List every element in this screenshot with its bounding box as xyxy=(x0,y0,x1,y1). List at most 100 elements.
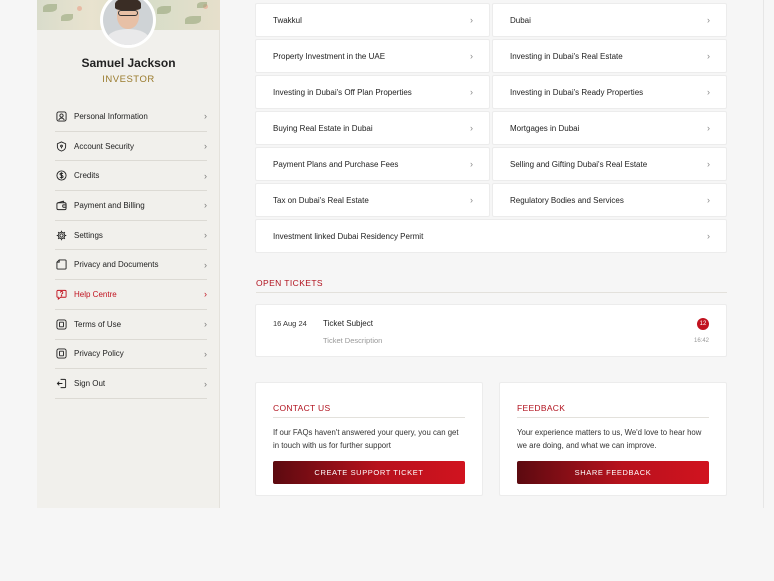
create-support-ticket-button[interactable]: CREATE SUPPORT TICKET xyxy=(273,461,465,484)
chevron-right-icon: › xyxy=(470,159,473,169)
faq-item[interactable]: Investing in Dubai's Off Plan Properties… xyxy=(255,75,490,109)
faq-item[interactable]: Tax on Dubai's Real Estate › xyxy=(255,183,490,217)
faq-label: Tax on Dubai's Real Estate xyxy=(273,195,369,205)
chevron-right-icon: › xyxy=(707,159,710,169)
menu-item-privacy-and-documents[interactable]: Privacy and Documents › xyxy=(55,250,207,281)
chevron-right-icon: › xyxy=(204,319,207,330)
avatar xyxy=(100,0,156,48)
help-icon xyxy=(55,288,67,300)
profile-sidebar: Samuel Jackson INVESTOR Personal Informa… xyxy=(37,0,220,508)
menu-item-label: Credits xyxy=(74,171,100,181)
chevron-right-icon: › xyxy=(707,87,710,97)
faq-label: Payment Plans and Purchase Fees xyxy=(273,159,399,169)
menu-item-sign-out[interactable]: Sign Out › xyxy=(55,369,207,399)
ticket-subject: Ticket Subject xyxy=(323,319,373,328)
menu-item-terms-of-use[interactable]: Terms of Use › xyxy=(55,310,207,340)
ticket-description: Ticket Description xyxy=(323,336,383,345)
menu-item-label: Privacy Policy xyxy=(74,349,124,359)
menu-item-account-security[interactable]: Account Security › xyxy=(55,132,207,162)
faq-label: Dubai xyxy=(510,15,531,25)
chevron-right-icon: › xyxy=(470,15,473,25)
chevron-right-icon: › xyxy=(707,123,710,133)
policy-icon xyxy=(55,348,67,360)
feedback-title: FEEDBACK xyxy=(517,403,566,413)
faq-label: Investing in Dubai's Ready Properties xyxy=(510,87,644,97)
faq-item[interactable]: Buying Real Estate in Dubai › xyxy=(255,111,490,145)
faq-label: Property Investment in the UAE xyxy=(273,51,386,61)
faq-item[interactable]: Selling and Gifting Dubai's Real Estate … xyxy=(492,147,727,181)
menu-item-personal-information[interactable]: Personal Information › xyxy=(55,102,207,132)
menu-item-privacy-policy[interactable]: Privacy Policy › xyxy=(55,340,207,370)
dollar-icon xyxy=(55,170,67,182)
chevron-right-icon: › xyxy=(707,231,710,241)
menu-item-label: Settings xyxy=(74,230,103,240)
shield-icon xyxy=(55,140,67,152)
faq-item[interactable]: Twakkul › xyxy=(255,3,490,37)
faq-label: Mortgages in Dubai xyxy=(510,123,580,133)
ticket-date: 16 Aug 24 xyxy=(273,319,307,328)
feedback-text: Your experience matters to us, We'd love… xyxy=(517,428,702,450)
menu-item-credits[interactable]: Credits › xyxy=(55,161,207,192)
faq-label: Regulatory Bodies and Services xyxy=(510,195,624,205)
faq-label: Investment linked Dubai Residency Permit xyxy=(273,231,424,241)
ticket-item[interactable]: 16 Aug 24 Ticket Subject Ticket Descript… xyxy=(255,304,727,357)
wallet-icon xyxy=(55,199,67,211)
menu-item-label: Payment and Billing xyxy=(74,200,145,210)
page-edge-divider xyxy=(763,0,764,508)
faq-item[interactable]: Payment Plans and Purchase Fees › xyxy=(255,147,490,181)
user-role: INVESTOR xyxy=(102,74,155,85)
faq-label: Investing in Dubai's Off Plan Properties xyxy=(273,87,412,97)
section-divider xyxy=(517,417,709,418)
profile-menu: Personal Information › Account Security … xyxy=(55,102,207,399)
share-feedback-button[interactable]: SHARE FEEDBACK xyxy=(517,461,709,484)
menu-item-label: Help Centre xyxy=(74,289,117,299)
ticket-time: 16:42 xyxy=(693,338,709,344)
section-divider xyxy=(256,292,727,293)
contact-us-text: If our FAQs haven't answered your query,… xyxy=(273,428,459,450)
open-tickets-title: OPEN TICKETS xyxy=(256,278,323,288)
sign-out-icon xyxy=(55,378,67,390)
chevron-right-icon: › xyxy=(204,170,207,181)
faq-item[interactable]: Regulatory Bodies and Services › xyxy=(492,183,727,217)
chevron-right-icon: › xyxy=(204,259,207,270)
menu-item-label: Privacy and Documents xyxy=(74,260,159,270)
faq-label: Twakkul xyxy=(273,15,302,25)
menu-item-label: Terms of Use xyxy=(74,319,122,329)
chevron-right-icon: › xyxy=(707,195,710,205)
feedback-card: FEEDBACK Your experience matters to us, … xyxy=(499,382,727,496)
chevron-right-icon: › xyxy=(204,378,207,389)
faq-item[interactable]: Investing in Dubai's Real Estate › xyxy=(492,39,727,73)
user-name: Samuel Jackson xyxy=(81,56,176,70)
faq-item[interactable]: Property Investment in the UAE › xyxy=(255,39,490,73)
faq-item[interactable]: Dubai › xyxy=(492,3,727,37)
faq-item[interactable]: Mortgages in Dubai › xyxy=(492,111,727,145)
menu-item-payment-and-billing[interactable]: Payment and Billing › xyxy=(55,191,207,221)
menu-item-label: Personal Information xyxy=(74,111,148,121)
document-icon xyxy=(55,259,67,271)
terms-icon xyxy=(55,318,67,330)
chevron-right-icon: › xyxy=(470,123,473,133)
menu-item-label: Sign Out xyxy=(74,379,106,389)
chevron-right-icon: › xyxy=(470,51,473,61)
chevron-right-icon: › xyxy=(204,141,207,152)
faq-item[interactable]: Investing in Dubai's Ready Properties › xyxy=(492,75,727,109)
chevron-right-icon: › xyxy=(470,87,473,97)
chevron-right-icon: › xyxy=(470,195,473,205)
menu-item-settings[interactable]: Settings › xyxy=(55,221,207,251)
unread-count-badge: 12 xyxy=(697,318,709,330)
chevron-right-icon: › xyxy=(204,230,207,241)
chevron-right-icon: › xyxy=(204,289,207,300)
faq-label: Investing in Dubai's Real Estate xyxy=(510,51,623,61)
faq-label: Selling and Gifting Dubai's Real Estate xyxy=(510,159,648,169)
contact-us-title: CONTACT US xyxy=(273,403,331,413)
faq-label: Buying Real Estate in Dubai xyxy=(273,123,373,133)
chevron-right-icon: › xyxy=(204,111,207,122)
chevron-right-icon: › xyxy=(707,51,710,61)
menu-item-help-centre[interactable]: Help Centre › xyxy=(55,280,207,310)
user-icon xyxy=(55,110,67,122)
menu-item-label: Account Security xyxy=(74,141,135,151)
faq-item[interactable]: Investment linked Dubai Residency Permit… xyxy=(255,219,727,253)
chevron-right-icon: › xyxy=(204,348,207,359)
chevron-right-icon: › xyxy=(707,15,710,25)
gear-icon xyxy=(55,229,67,241)
